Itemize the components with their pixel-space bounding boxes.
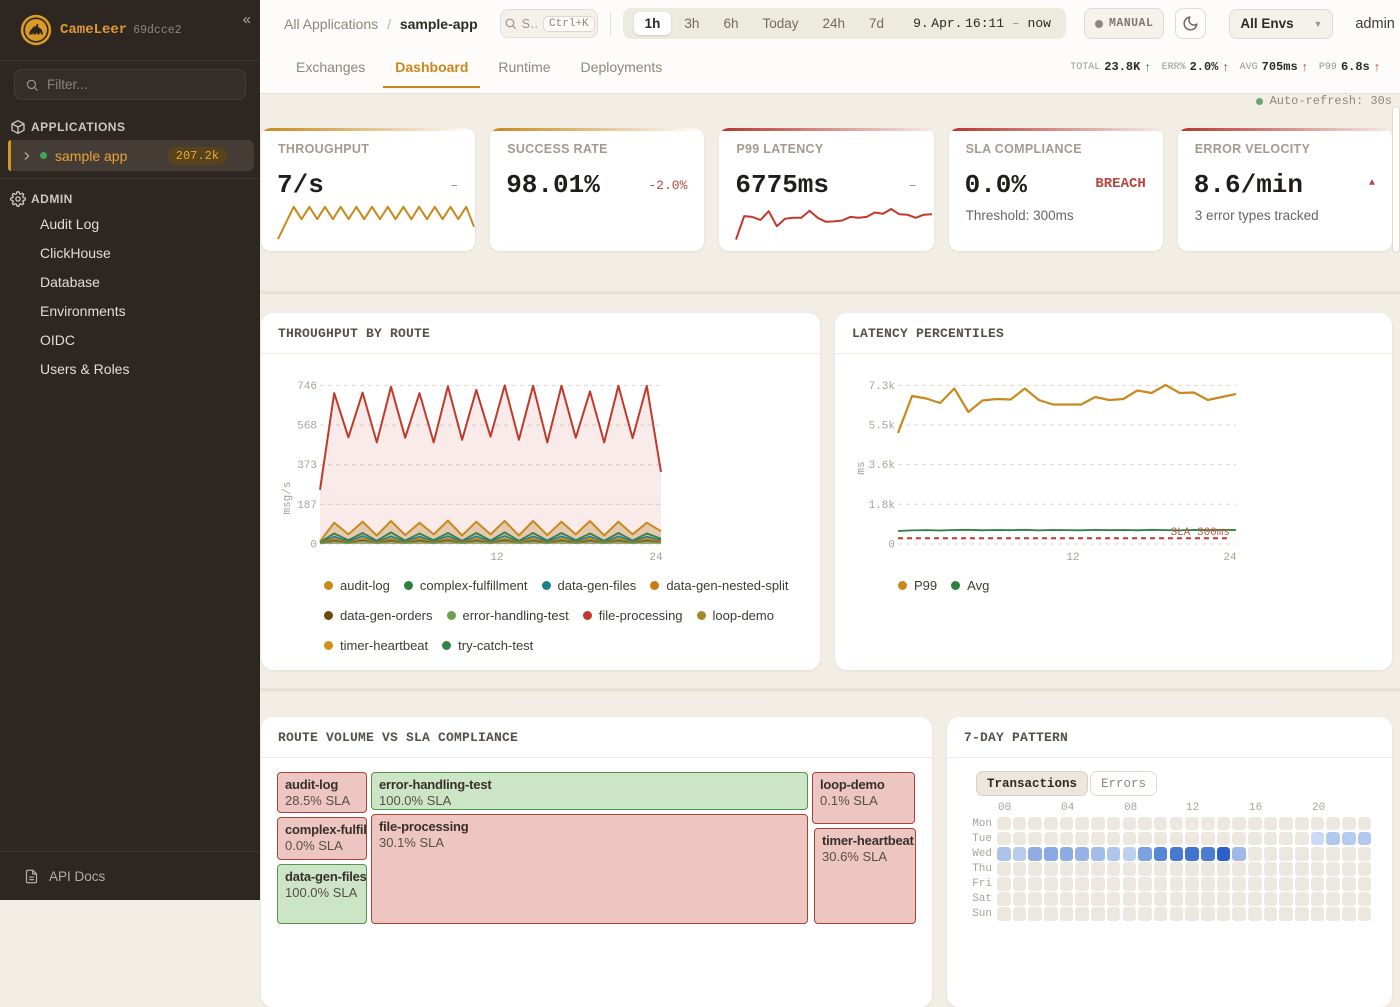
svg-text:5.5k: 5.5k	[869, 421, 896, 433]
svg-text:1.8k: 1.8k	[869, 500, 896, 512]
svg-text:12: 12	[490, 552, 503, 564]
svg-text:373: 373	[297, 460, 317, 472]
svg-text:msg/s: msg/s	[282, 481, 294, 514]
svg-text:ms: ms	[856, 461, 868, 474]
svg-text:0: 0	[888, 540, 895, 552]
svg-text:SLA 300ms: SLA 300ms	[1171, 527, 1230, 539]
svg-text:568: 568	[297, 421, 317, 433]
svg-text:3.6k: 3.6k	[869, 460, 896, 472]
svg-text:12: 12	[1066, 552, 1079, 564]
svg-text:0: 0	[310, 540, 317, 552]
svg-text:187: 187	[297, 500, 317, 512]
svg-text:746: 746	[297, 381, 317, 393]
svg-text:24: 24	[649, 552, 663, 564]
svg-text:7.3k: 7.3k	[869, 381, 896, 393]
svg-text:24: 24	[1223, 552, 1237, 564]
